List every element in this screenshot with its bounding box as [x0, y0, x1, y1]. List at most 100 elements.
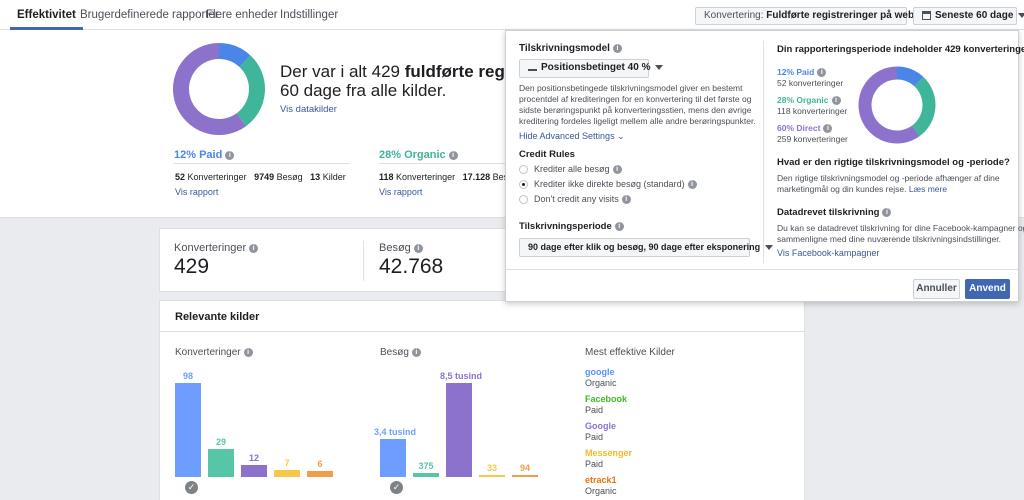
- text-line: sidste berøringspunkt på konverteringsst…: [519, 105, 752, 115]
- facebook-campaigns-link[interactable]: Vis Facebook-kampagner: [777, 248, 879, 258]
- visits-bar-chart: 3,4 tusind 375 8,5 tusind 33 94: [374, 367, 550, 477]
- chart-bar[interactable]: [446, 383, 472, 477]
- chart-bar[interactable]: [208, 449, 234, 477]
- info-icon[interactable]: i: [612, 165, 622, 175]
- info-icon[interactable]: i: [413, 243, 423, 253]
- legend-subtitle: 118 konverteringer: [777, 106, 848, 116]
- info-icon[interactable]: i: [831, 96, 841, 106]
- relevant-sources-card: Relevante kilder Konverteringer i Besøg i …: [159, 300, 805, 500]
- summary-donut: [173, 43, 265, 135]
- info-icon[interactable]: i: [243, 347, 253, 357]
- summary-headline: Der var i alt 429 fuldførte regist: [280, 62, 525, 81]
- top-nav: Effektivitet Brugerdefinerede rapporter …: [0, 0, 1024, 30]
- chart-bar[interactable]: [307, 471, 333, 477]
- credit-option[interactable]: Don't credit any visits i: [519, 194, 631, 205]
- legend-subtitle: 52 konverteringer: [777, 78, 844, 88]
- info-icon[interactable]: i: [249, 243, 259, 253]
- chart-bar[interactable]: [512, 475, 538, 477]
- bar-value-label: 12: [248, 453, 259, 464]
- donut-segment: [896, 66, 924, 87]
- info-icon[interactable]: i: [614, 221, 624, 231]
- relevant-title: Relevante kilder: [175, 311, 260, 323]
- period-dropdown[interactable]: Seneste 60 dage: [913, 7, 1024, 25]
- text-line: marketingmål og din kundes rejse. Læs me…: [777, 184, 948, 194]
- conversions-stat-value: 429: [174, 255, 210, 278]
- chart-bar[interactable]: [274, 470, 300, 477]
- divider: [160, 331, 804, 332]
- chart-bar[interactable]: [413, 472, 439, 477]
- hide-advanced-link[interactable]: Hide Advanced Settings ⌄: [519, 131, 625, 142]
- bar-value-label: 33: [486, 463, 497, 473]
- chart-bar[interactable]: [479, 475, 505, 477]
- info-icon[interactable]: i: [817, 68, 827, 78]
- legend-title: 12% Paid i: [777, 67, 843, 78]
- organic-stats: 118 Konverteringer 17.128 Besøg: [379, 172, 519, 182]
- text-line: kreditering fordeles ligeligt mellem all…: [519, 116, 756, 126]
- text-line: procentdel af krediteringen for en konve…: [519, 94, 752, 104]
- period-label: Seneste 60 dage: [935, 10, 1014, 21]
- stats-card: Konverteringer i 429 Besøg i 42.768: [159, 228, 505, 292]
- info-icon[interactable]: i: [411, 347, 421, 357]
- learn-more-link[interactable]: Læs mere: [906, 184, 947, 194]
- divider: [363, 241, 364, 281]
- top-source-item[interactable]: Messenger Paid: [585, 448, 632, 470]
- radio-button[interactable]: [519, 165, 528, 175]
- top-source-item[interactable]: etrack1 Organic: [585, 475, 617, 497]
- paid-report-link[interactable]: Vis rapport: [175, 187, 218, 197]
- text-line: Den rigtige tilskrivningsmodel og -perio…: [777, 173, 1000, 183]
- tab-effectiveness[interactable]: Effektivitet: [10, 0, 83, 30]
- apply-button[interactable]: Anvend: [965, 279, 1010, 299]
- model-description: Den positionsbetingede tilskrivningsmode…: [519, 83, 756, 127]
- top-source-item[interactable]: google Organic: [585, 367, 617, 389]
- attribution-settings-panel: Tilskrivningsmodel i Positionsbetinget 40…: [505, 30, 1024, 302]
- tab-custom-reports[interactable]: Brugerdefinerede rapporter: [80, 0, 219, 30]
- top-source-item[interactable]: Facebook Paid: [585, 394, 627, 416]
- conv-chart-title: Konverteringer i: [175, 347, 253, 358]
- source-name: google: [585, 367, 615, 377]
- top-source-item[interactable]: Google Paid: [585, 421, 616, 443]
- info-icon[interactable]: i: [621, 195, 631, 205]
- data-driven-description: Du kan se datadrevet tilskrivning for di…: [777, 223, 1024, 245]
- credit-option[interactable]: Krediter ikke direkte besøg (standard) i: [519, 179, 697, 190]
- source-name: Google: [585, 421, 616, 431]
- info-icon[interactable]: i: [612, 43, 622, 53]
- tab-settings[interactable]: Indstillinger: [280, 0, 338, 30]
- conversions-bar-chart: 98 29 12 7 6: [175, 367, 345, 477]
- info-icon[interactable]: i: [882, 207, 892, 217]
- credit-option-label: Krediter alle besøg: [534, 164, 610, 174]
- bar-chart-icon: [528, 64, 537, 71]
- question-description: Den rigtige tilskrivningsmodel og -perio…: [777, 173, 1000, 195]
- cancel-button[interactable]: Annuller: [913, 279, 960, 299]
- info-icon[interactable]: i: [687, 180, 697, 190]
- legend-item: 28% Organic i 118 konverteringer: [777, 95, 847, 117]
- top-sources-title: Mest effektive Kilder: [585, 347, 675, 358]
- info-icon[interactable]: i: [823, 124, 833, 134]
- organic-title: 28% Organic i: [379, 149, 458, 161]
- info-icon[interactable]: i: [225, 150, 235, 160]
- tab-multiple-devices[interactable]: Flere enheder: [206, 0, 278, 30]
- organic-report-link[interactable]: Vis rapport: [379, 187, 422, 197]
- donut-segment: [858, 66, 920, 144]
- divider: [379, 163, 505, 164]
- model-title: Tilskrivningsmodel i: [519, 43, 622, 54]
- bar-value-label: 29: [215, 437, 226, 448]
- bar-value-label: 375: [418, 460, 434, 471]
- radio-button[interactable]: [519, 180, 528, 190]
- chart-bar[interactable]: [380, 439, 406, 477]
- source-type: Organic: [585, 378, 617, 388]
- credit-option[interactable]: Krediter alle besøg i: [519, 164, 622, 175]
- chart-bar[interactable]: [175, 383, 201, 477]
- chart-bar[interactable]: [241, 465, 267, 477]
- view-sources-link[interactable]: Vis datakilder: [280, 104, 337, 115]
- radio-button[interactable]: [519, 195, 528, 205]
- conversion-dropdown[interactable]: Konvertering: Fuldførte registreringer p…: [695, 7, 945, 25]
- model-dropdown[interactable]: Positionsbetinget 40 %: [519, 59, 664, 78]
- source-name: Messenger: [585, 448, 633, 458]
- info-icon[interactable]: i: [448, 150, 458, 160]
- visits-stat-label: Besøg i: [379, 242, 423, 254]
- donut-segment: [911, 76, 936, 137]
- donut-segment: [173, 43, 247, 135]
- bar-value-label: 98: [182, 371, 193, 381]
- credit-option-label: Krediter ikke direkte besøg (standard): [534, 179, 685, 189]
- attribution-period-dropdown[interactable]: 90 dage efter klik og besøg, 90 dage eft…: [519, 238, 774, 257]
